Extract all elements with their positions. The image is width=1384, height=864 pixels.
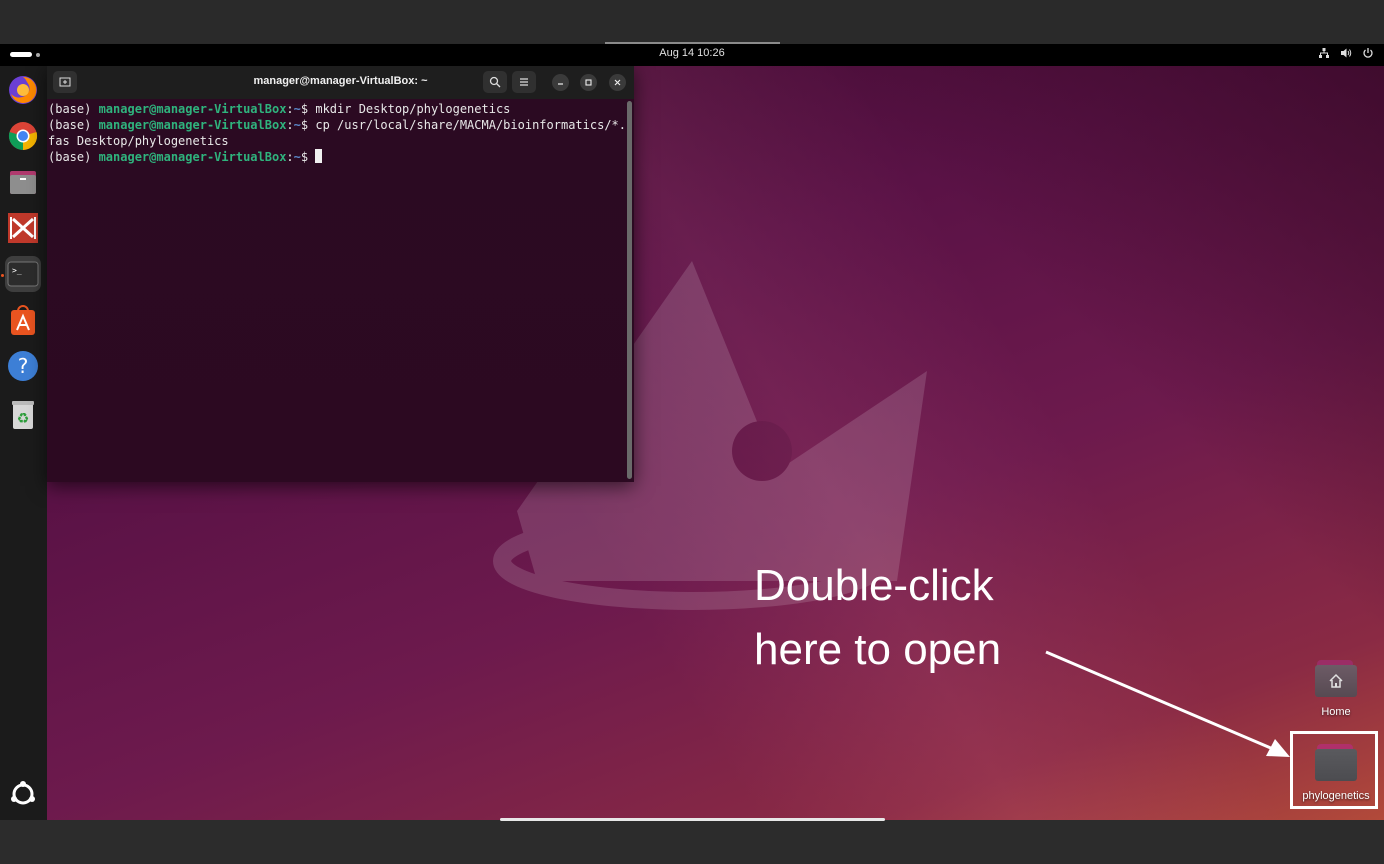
minimize-icon [558,83,563,85]
dock-item-trash[interactable]: ♻ [5,396,41,432]
dock-item-chrome[interactable] [5,118,41,154]
power-icon [1363,48,1373,58]
dock-item-app-center[interactable] [5,302,41,338]
terminal-title: manager@manager-VirtualBox: ~ [253,75,428,87]
letterbox-top [0,0,1384,43]
menu-button[interactable] [512,71,536,93]
dock-item-show-apps[interactable] [5,776,41,812]
svg-text:?: ? [18,354,29,378]
network-icon [1319,48,1329,58]
svg-text:>_: >_ [12,266,22,275]
annotation-line: Double-click [754,561,994,610]
volume-icon [1341,48,1352,58]
terminal-line: (base) manager@manager-VirtualBox:~$ cp … [48,118,627,132]
minimize-button[interactable] [552,74,569,91]
desktop-icon-label: Home [1321,706,1351,718]
running-indicator [1,274,4,277]
terminal-line: fas Desktop/phylogenetics [48,134,229,148]
trash-icon: ♻ [12,401,34,429]
search-button[interactable] [483,71,507,93]
terminal-output[interactable]: (base) manager@manager-VirtualBox:~$ mkd… [47,99,627,482]
letterbox-bottom [0,820,1384,864]
macma-icon [8,213,38,243]
search-icon [489,76,501,88]
text-cursor [315,149,323,163]
terminal-window[interactable]: manager@manager-VirtualBox: ~ (base) man… [47,66,634,482]
instruction-annotation: Double-click here to open [754,554,1001,682]
home-folder-icon [1315,660,1357,698]
dock-item-help[interactable]: ? [5,348,41,384]
help-icon: ? [8,351,38,381]
dock-item-terminal[interactable]: >_ [5,256,41,292]
terminal-line: (base) manager@manager-VirtualBox:~$ [48,149,627,165]
firefox-icon [9,76,37,104]
annotation-line: here to open [754,625,1002,674]
top-bar: Aug 14 10:26 [0,44,1384,66]
terminal-scrollbar[interactable] [627,101,632,479]
show-apps-icon [11,781,35,805]
svg-text:♻: ♻ [17,411,30,427]
chrome-icon [8,122,38,151]
dock-item-macma[interactable] [5,210,41,246]
maximize-button[interactable] [580,74,597,91]
app-center-icon [11,305,35,335]
terminal-line: (base) manager@manager-VirtualBox:~$ mkd… [48,102,511,116]
dock-item-files[interactable] [5,164,41,200]
hamburger-menu-icon [520,78,528,86]
clock[interactable]: Aug 14 10:26 [0,47,1384,59]
highlight-box [1290,731,1378,809]
terminal-header-bar[interactable]: manager@manager-VirtualBox: ~ [47,66,634,99]
files-icon [10,171,36,194]
close-button[interactable] [609,74,626,91]
dock: >_ ? ♻ [0,66,47,820]
terminal-icon: >_ [7,261,39,287]
system-tray[interactable] [1318,47,1374,59]
scroll-indicator [500,818,885,821]
close-icon [614,79,621,86]
desktop-icon-home[interactable]: Home [1291,660,1381,718]
maximize-icon [585,79,592,86]
dock-item-firefox[interactable] [5,72,41,108]
